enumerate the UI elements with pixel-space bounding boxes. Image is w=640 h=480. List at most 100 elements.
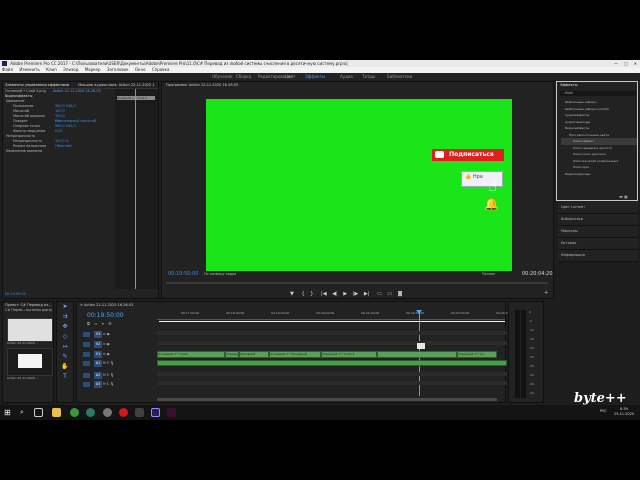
explorer-icon[interactable]	[52, 408, 61, 417]
add-button-icon[interactable]: +	[544, 290, 548, 296]
opera-icon[interactable]	[119, 408, 128, 417]
effect-param-row[interactable]: Изменение времени	[3, 149, 113, 154]
windows-start-icon[interactable]: ⊞	[4, 408, 11, 417]
scroll-thumb[interactable]	[157, 398, 497, 401]
menu-title[interactable]: Заголовок	[107, 67, 129, 72]
app-grey-icon[interactable]	[103, 408, 112, 417]
menu-window[interactable]: Окно	[135, 67, 146, 72]
project-thumbnail-2[interactable]	[7, 348, 53, 376]
add-marker-icon[interactable]: ▾	[102, 321, 104, 326]
eye-icon[interactable]: ⊡ ◉	[102, 332, 109, 336]
effects-search-input[interactable]: ⌕ Клип	[560, 91, 636, 96]
linked-icon[interactable]: ∞	[94, 321, 97, 326]
menu-help[interactable]: Справка	[152, 67, 170, 72]
export-frame-icon[interactable]: ◙	[398, 291, 403, 297]
a1-lane[interactable]	[157, 360, 507, 366]
menu-edit[interactable]: Изменить	[19, 67, 40, 72]
track-header[interactable]: A2 M S 🎙	[83, 372, 153, 379]
program-scrub-bar[interactable]	[166, 282, 548, 284]
ws-assembly[interactable]: Сборка	[236, 73, 251, 80]
track-target-icon[interactable]	[83, 381, 90, 387]
type-tool-icon[interactable]: T	[57, 372, 73, 382]
sequence-label[interactable]: Action 22-11-2020 16-26-05	[53, 89, 101, 93]
timeline-scrollbar[interactable]	[157, 398, 497, 401]
extract-icon[interactable]: ▭	[387, 291, 392, 297]
menu-file[interactable]: Файл	[2, 67, 13, 72]
video-clip[interactable]: Основной 1 * Основной	[269, 351, 321, 358]
ws-learning[interactable]: Обучение	[212, 73, 232, 80]
collapsed-panel-tab[interactable]: Библиотеки	[558, 214, 638, 226]
minimize-icon[interactable]: —	[614, 60, 618, 67]
razor-tool-icon[interactable]: ◇	[57, 332, 73, 342]
ws-color[interactable]: Цвет	[285, 73, 295, 80]
track-header[interactable]: V2 ⊡ ◉	[83, 341, 153, 348]
collapsed-panel-tab[interactable]: История	[558, 238, 638, 250]
ec-playhead[interactable]	[135, 89, 136, 289]
a3-lane[interactable]	[157, 381, 507, 385]
ws-effects[interactable]: Эффекты	[305, 73, 325, 80]
selection-tool-icon[interactable]: ➤	[57, 302, 73, 312]
ec-mini-clip[interactable]: Основной 1 * Слой 3	[117, 96, 155, 100]
playhead-handle-icon[interactable]	[416, 310, 422, 314]
in-point-icon[interactable]: {	[301, 291, 304, 297]
collapsed-panel-tab[interactable]: Цвет Lumetri	[558, 202, 638, 214]
ws-titles[interactable]: Титры	[362, 73, 375, 80]
play-button-icon[interactable]: ▶	[343, 291, 347, 297]
menu-clip[interactable]: Клип	[46, 67, 57, 72]
timeline-ruler[interactable]: 00:17:00:00 00:18:00:00 00:19:00:00 00:20:0…	[157, 310, 514, 320]
video-clip[interactable]: Основной 1	[225, 351, 239, 358]
video-clip[interactable]	[377, 351, 457, 358]
sequence-tab-label[interactable]: Action 22-11-2020 16-26-05	[84, 303, 133, 307]
work-area-bar[interactable]	[159, 321, 505, 322]
audio-clip-a1[interactable]	[157, 360, 507, 366]
track-target-icon[interactable]	[83, 360, 90, 366]
collapsed-panel-tab[interactable]: Информация	[558, 250, 638, 262]
go-to-out-icon[interactable]: ▶|	[364, 291, 370, 297]
marker-icon[interactable]: ▼	[290, 291, 294, 297]
tray-lang[interactable]: РУС	[600, 409, 607, 413]
collapsed-panel-tab[interactable]: Маркеры	[558, 226, 638, 238]
new-bin-icon[interactable]: ▬ ▣	[619, 194, 628, 199]
a2-lane[interactable]	[157, 372, 507, 376]
video-clip[interactable]: Основной 1 * Слой 3	[321, 351, 377, 358]
maximize-icon[interactable]: □	[624, 60, 628, 67]
app-dark-icon[interactable]	[135, 408, 144, 417]
track-target-icon[interactable]	[83, 351, 90, 357]
slip-tool-icon[interactable]: ↔	[57, 342, 73, 352]
effects-tree-item[interactable]: Видеопереходы	[561, 171, 637, 178]
effects-panel-title[interactable]: Эффекты	[557, 82, 637, 88]
still-clip-icon[interactable]	[417, 343, 425, 349]
tray-time[interactable]: 0:39	[620, 407, 628, 411]
program-timecode-current[interactable]: 00:19:50:00	[168, 272, 199, 277]
search-taskbar-icon[interactable]: ⌕	[20, 408, 29, 417]
settings-wrench-icon[interactable]: ⚙	[108, 321, 112, 326]
menu-marker[interactable]: Маркер	[85, 67, 101, 72]
track-target-icon[interactable]	[83, 372, 90, 378]
close-tab-icon[interactable]: ✕	[80, 303, 83, 307]
video-clip[interactable]: Основной 1 * Сл	[457, 351, 497, 358]
timeline-timecode[interactable]: 00:19:50:00	[87, 312, 124, 319]
step-forward-icon[interactable]: |▶	[353, 291, 359, 297]
hand-tool-icon[interactable]: ✋	[57, 362, 73, 372]
mute-solo-icon[interactable]: M S 🎙	[102, 361, 114, 365]
snap-icon[interactable]: ⧉	[87, 321, 90, 326]
tray-date[interactable]: 25.11.2020	[614, 412, 634, 416]
fit-dropdown[interactable]: По размеру кадра	[204, 272, 236, 277]
ripple-tool-icon[interactable]: ✥	[57, 322, 73, 332]
tab-effect-controls[interactable]: Элементы управления эффектами	[5, 83, 69, 87]
media-encoder-icon[interactable]	[167, 408, 176, 417]
source-label[interactable]: Основной * Слой 3.png	[5, 89, 46, 93]
menu-sequence[interactable]: Эпизод	[63, 67, 78, 72]
ws-audio[interactable]: Аудио	[340, 73, 353, 80]
track-target-icon[interactable]	[83, 331, 90, 337]
lift-icon[interactable]: ▭	[377, 291, 382, 297]
out-point-icon[interactable]: }	[310, 291, 313, 297]
track-target-icon[interactable]	[83, 341, 90, 347]
project-item[interactable]: C# Перев...системы.prproj	[3, 308, 53, 313]
ws-libraries[interactable]: Библиотеки	[387, 73, 412, 80]
ec-timecode[interactable]: 00:19:50:05	[5, 292, 26, 297]
v2-lane[interactable]	[157, 341, 507, 345]
v3-lane[interactable]	[157, 331, 507, 335]
program-tab[interactable]: Программа: Action 22-11-2020 16-26-05	[162, 82, 553, 88]
video-clip[interactable]: Основной 1 * Слой	[157, 351, 225, 358]
